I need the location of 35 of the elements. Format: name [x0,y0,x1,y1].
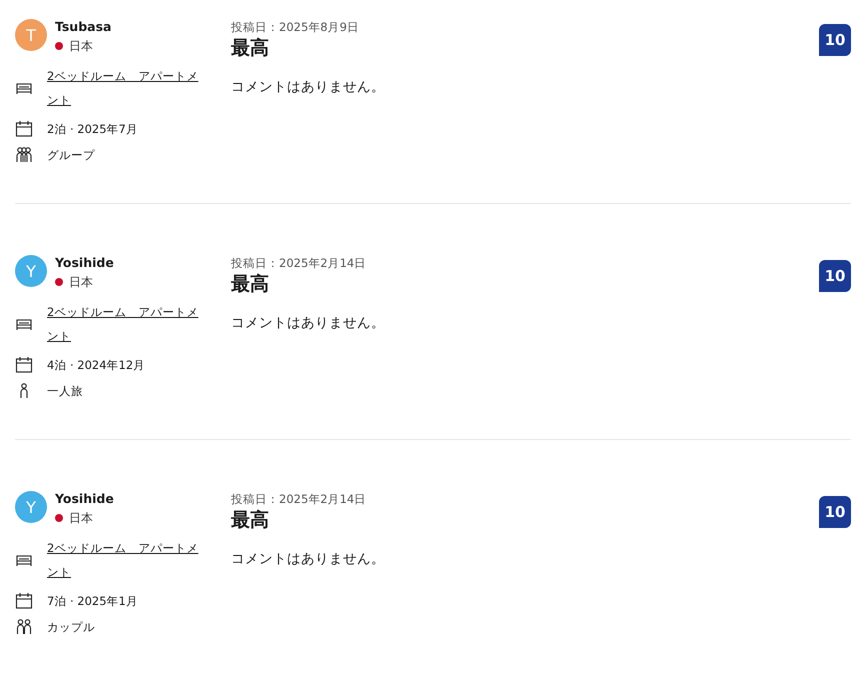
score-badge: 10 [819,496,851,528]
stay-info: 7泊 · 2025年1月 [47,594,138,608]
country-name: 日本 [69,510,93,527]
review-comment: コメントはありません。 [231,314,386,332]
post-date: 投稿日：2025年8月9日 [231,19,360,36]
score-badge: 10 [819,260,851,292]
calendar-icon [15,592,33,610]
traveler-type: カップル [47,620,95,634]
reviewer-name: Yosihide [55,490,114,508]
country-name: 日本 [69,38,93,55]
couple-icon [15,618,33,636]
traveler-type: 一人旅 [47,384,83,398]
avatar: Y [15,255,47,287]
avatar: T [15,19,47,51]
stay-info: 4泊 · 2024年12月 [47,358,146,372]
country-name: 日本 [69,274,93,291]
calendar-icon [15,120,33,138]
group-icon [15,146,33,164]
room-link[interactable]: 2ベッドルーム アパートメント [47,536,203,584]
reviewer-name: Yosihide [55,254,114,272]
traveler-type: グループ [47,148,95,162]
review-title: 最高 [231,508,270,532]
room-link[interactable]: 2ベッドルーム アパートメント [47,64,203,112]
review-title: 最高 [231,36,270,60]
review-comment: コメントはありません。 [231,78,386,96]
reviewer-name: Tsubasa [55,18,112,36]
calendar-icon [15,356,33,374]
post-date: 投稿日：2025年2月14日 [231,491,368,508]
room-link[interactable]: 2ベッドルーム アパートメント [47,300,203,348]
post-date: 投稿日：2025年2月14日 [231,255,368,272]
review-title: 最高 [231,272,270,296]
score-badge: 10 [819,24,851,56]
stay-info: 2泊 · 2025年7月 [47,122,138,136]
review-comment: コメントはありません。 [231,550,386,568]
avatar: Y [15,491,47,523]
